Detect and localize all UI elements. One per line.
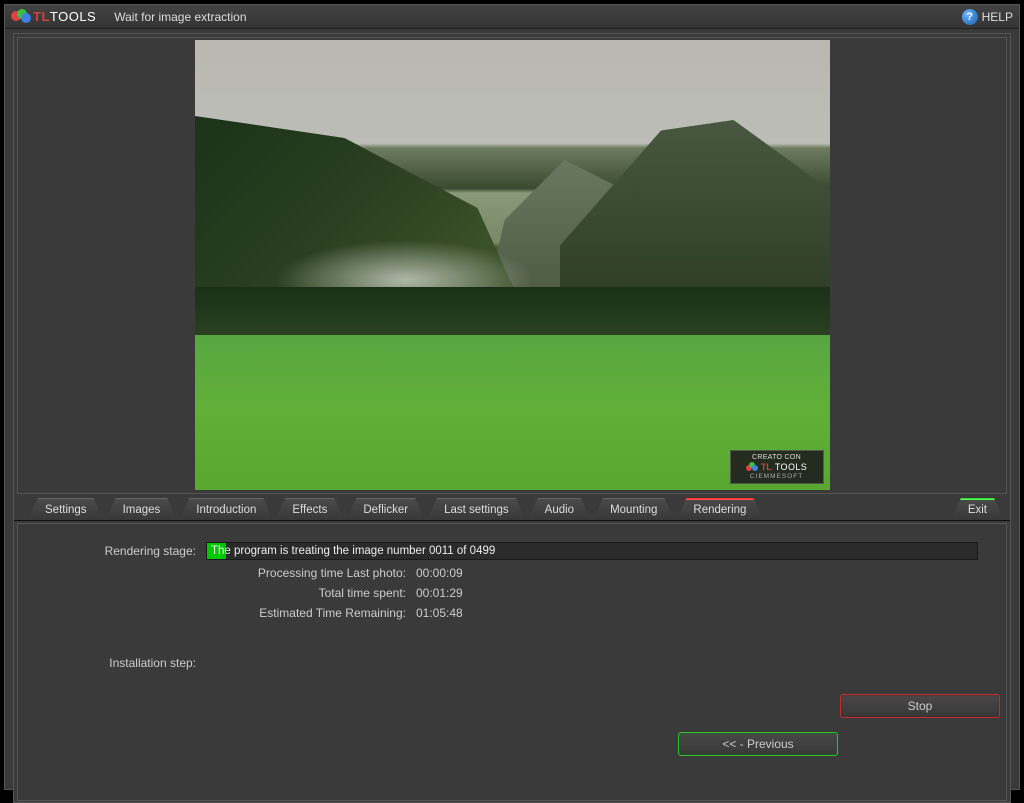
titlebar: TLTOOLS Wait for image extraction ? HELP xyxy=(5,5,1019,29)
stop-button[interactable]: Stop xyxy=(840,694,1000,718)
total-time-value: 00:01:29 xyxy=(416,586,463,600)
tabs-row: Settings Images Introduction Effects Def… xyxy=(14,497,1010,521)
tab-last-settings[interactable]: Last settings xyxy=(427,498,526,520)
help-button[interactable]: ? HELP xyxy=(962,9,1013,25)
watermark-badge: CREATO CON TLTOOLS CIEMMESOFT xyxy=(730,450,824,484)
tab-audio[interactable]: Audio xyxy=(528,498,591,520)
tab-deflicker[interactable]: Deflicker xyxy=(346,498,425,520)
app-logo: TLTOOLS xyxy=(11,9,96,25)
rendering-stage-label: Rendering stage: xyxy=(46,544,206,558)
preview-image: CREATO CON TLTOOLS CIEMMESOFT xyxy=(195,40,830,490)
tab-settings[interactable]: Settings xyxy=(28,498,104,520)
tab-effects[interactable]: Effects xyxy=(275,498,344,520)
help-label: HELP xyxy=(982,10,1013,24)
eta-label: Estimated Time Remaining: xyxy=(46,606,416,620)
inner-frame: CREATO CON TLTOOLS CIEMMESOFT Settings I… xyxy=(13,33,1011,803)
help-icon: ? xyxy=(962,9,978,25)
brand-text: TLTOOLS xyxy=(33,9,96,24)
tab-images[interactable]: Images xyxy=(106,498,178,520)
processing-time-value: 00:00:09 xyxy=(416,566,463,580)
tab-introduction[interactable]: Introduction xyxy=(179,498,273,520)
previous-button-label: << - Previous xyxy=(722,737,793,751)
logo-icon xyxy=(11,9,31,25)
total-time-label: Total time spent: xyxy=(46,586,416,600)
rendering-panel: Rendering stage: The program is treating… xyxy=(17,523,1007,801)
install-step-label: Installation step: xyxy=(46,656,206,670)
rendering-progress: The program is treating the image number… xyxy=(206,542,978,560)
stop-button-label: Stop xyxy=(908,699,933,713)
window-title: Wait for image extraction xyxy=(114,10,246,24)
eta-value: 01:05:48 xyxy=(416,606,463,620)
tab-exit[interactable]: Exit xyxy=(951,498,1004,520)
window-frame: TLTOOLS Wait for image extraction ? HELP xyxy=(4,4,1020,790)
previous-button[interactable]: << - Previous xyxy=(678,732,838,756)
preview-pane: CREATO CON TLTOOLS CIEMMESOFT xyxy=(17,37,1007,494)
tab-mounting[interactable]: Mounting xyxy=(593,498,674,520)
rendering-stage-value: The program is treating the image number… xyxy=(207,545,495,557)
tab-rendering[interactable]: Rendering xyxy=(676,498,763,520)
processing-time-label: Processing time Last photo: xyxy=(46,566,416,580)
